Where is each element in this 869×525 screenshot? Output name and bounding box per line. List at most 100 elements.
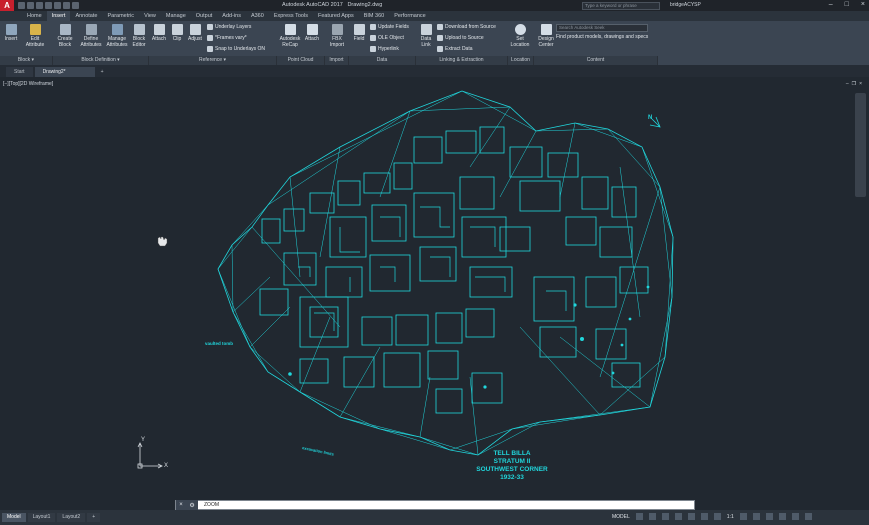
status-tray: MODEL 1:1 [612, 513, 812, 520]
osnap-icon[interactable] [687, 513, 695, 520]
plot-icon[interactable] [54, 2, 61, 9]
tab-bim360[interactable]: BIM 360 [359, 11, 389, 21]
update-fields-label: Update Fields [378, 24, 409, 30]
tab-home[interactable]: Home [22, 11, 47, 21]
hardware-acceleration-icon[interactable] [778, 513, 786, 520]
save-as-icon[interactable] [45, 2, 52, 9]
layout-tab-model[interactable]: Model [2, 513, 26, 522]
tab-express-tools[interactable]: Express Tools [269, 11, 313, 21]
clean-screen-icon[interactable] [791, 513, 799, 520]
model-space-toggle[interactable]: MODEL [612, 514, 630, 520]
ole-object-button[interactable]: OLE Object [370, 35, 404, 41]
maximize-icon[interactable]: □ [845, 1, 849, 8]
tab-manage[interactable]: Manage [161, 11, 191, 21]
isolate-objects-icon[interactable] [765, 513, 773, 520]
update-fields-button[interactable]: Update Fields [370, 24, 409, 30]
redo-icon[interactable] [72, 2, 79, 9]
extract-data-button[interactable]: Extract Data [437, 46, 473, 52]
adjust-button[interactable]: Adjust [186, 24, 204, 43]
data-link-button[interactable]: Data Link [418, 24, 434, 48]
tab-a360[interactable]: A360 [246, 11, 269, 21]
panel-import: Import [325, 56, 349, 65]
attach-point-cloud-button[interactable]: Attach [302, 24, 322, 43]
insert-button[interactable]: Insert [3, 24, 19, 43]
customization-menu-icon[interactable] [804, 513, 812, 520]
snap-to-underlays-button[interactable]: Snap to Underlays ON [207, 46, 265, 52]
add-layout-button[interactable]: + [87, 513, 101, 522]
open-icon[interactable] [27, 2, 34, 9]
design-center-button[interactable]: Design Center [536, 24, 556, 48]
panel-reference[interactable]: Reference ▾ [149, 56, 277, 65]
grid-icon[interactable] [635, 513, 643, 520]
upload-to-source-button[interactable]: Upload to Source [437, 35, 484, 41]
tab-parametric[interactable]: Parametric [102, 11, 139, 21]
tab-view[interactable]: View [139, 11, 161, 21]
underlay-layers-button[interactable]: Underlay Layers [207, 24, 251, 30]
layout-tab-layout2[interactable]: Layout2 [57, 513, 86, 522]
keyword-search-input[interactable]: Type a keyword or phrase [582, 2, 660, 10]
snap-icon [207, 46, 213, 52]
panel-block-definition[interactable]: Block Definition ▾ [53, 56, 149, 65]
recap-label: Autodesk ReCap [279, 36, 301, 48]
field-button[interactable]: Field [352, 24, 366, 43]
block-editor-icon [133, 24, 145, 35]
user-account[interactable]: bridgeACYSP [670, 2, 701, 8]
block-editor-button[interactable]: Block Editor [130, 24, 148, 48]
snap-mode-icon[interactable] [648, 513, 656, 520]
tab-add-ins[interactable]: Add-ins [217, 11, 246, 21]
ortho-icon[interactable] [661, 513, 669, 520]
tab-featured-apps[interactable]: Featured Apps [313, 11, 359, 21]
layout-tab-layout1[interactable]: Layout1 [27, 513, 56, 522]
clip-button[interactable]: Clip [170, 24, 184, 43]
create-block-button[interactable]: Create Block [55, 24, 75, 48]
viewport-restore-icon[interactable]: ❐ [852, 81, 859, 87]
hyperlink-button[interactable]: Hyperlink [370, 46, 399, 52]
plus-icon[interactable] [752, 513, 760, 520]
viewport-close-icon[interactable]: × [859, 81, 865, 87]
content-search-input[interactable]: Search Autodesk Seek [556, 24, 648, 32]
application-menu-button[interactable]: A [0, 0, 14, 11]
define-attributes-button[interactable]: Define Attributes [79, 24, 103, 48]
command-line[interactable]: × ⚙ ZOOM [175, 500, 695, 510]
viewport-window-controls[interactable]: –❐× [846, 81, 865, 87]
minimize-icon[interactable]: – [829, 1, 833, 8]
manage-attributes-button[interactable]: Manage Attributes [104, 24, 130, 48]
edit-attribute-label: Edit Attribute [25, 36, 45, 48]
hyperlink-label: Hyperlink [378, 46, 399, 52]
annotation-scale[interactable]: 1:1 [727, 514, 734, 520]
edit-attribute-button[interactable]: Edit Attribute [23, 24, 47, 48]
new-tab-button[interactable]: + [97, 67, 108, 77]
save-icon[interactable] [36, 2, 43, 9]
tab-output[interactable]: Output [191, 11, 218, 21]
tab-insert[interactable]: Insert [46, 11, 71, 21]
annotation-visibility-icon[interactable] [713, 513, 721, 520]
command-input[interactable]: ZOOM [198, 502, 219, 508]
content-description: Find product models, drawings and specs [556, 34, 649, 40]
fbx-import-button[interactable]: FBX Import [328, 24, 346, 48]
tab-performance[interactable]: Performance [389, 11, 431, 21]
autodesk-recap-button[interactable]: Autodesk ReCap [278, 24, 302, 48]
panel-data: Data [349, 56, 416, 65]
navigation-bar[interactable] [855, 93, 866, 197]
lineweight-icon[interactable] [700, 513, 708, 520]
close-command-line-icon[interactable]: × [179, 502, 183, 508]
panel-block[interactable]: Block ▾ [0, 56, 53, 65]
drawing-canvas[interactable]: N vaulted tomb excavation limits TELL BI… [0, 77, 869, 510]
tab-annotate[interactable]: Annotate [70, 11, 102, 21]
workspace-gear-icon[interactable] [739, 513, 747, 520]
polar-icon[interactable] [674, 513, 682, 520]
file-tab-drawing2[interactable]: Drawing2* [34, 67, 95, 77]
frames-vary-label: *Frames vary* [215, 35, 247, 41]
viewport-controls[interactable]: [−][Top][2D Wireframe] [3, 81, 53, 87]
customize-icon[interactable]: ⚙ [189, 502, 194, 509]
attach-button[interactable]: Attach [150, 24, 168, 43]
new-icon[interactable] [18, 2, 25, 9]
undo-icon[interactable] [63, 2, 70, 9]
file-tab-start[interactable]: Start [6, 67, 33, 77]
frames-vary-dropdown[interactable]: *Frames vary* [207, 35, 247, 41]
pan-hand-cursor-icon [157, 236, 168, 247]
clip-label: Clip [172, 36, 182, 42]
set-location-button[interactable]: Set Location [509, 24, 531, 48]
close-icon[interactable]: × [861, 1, 865, 8]
download-from-source-button[interactable]: Download from Source [437, 24, 496, 30]
